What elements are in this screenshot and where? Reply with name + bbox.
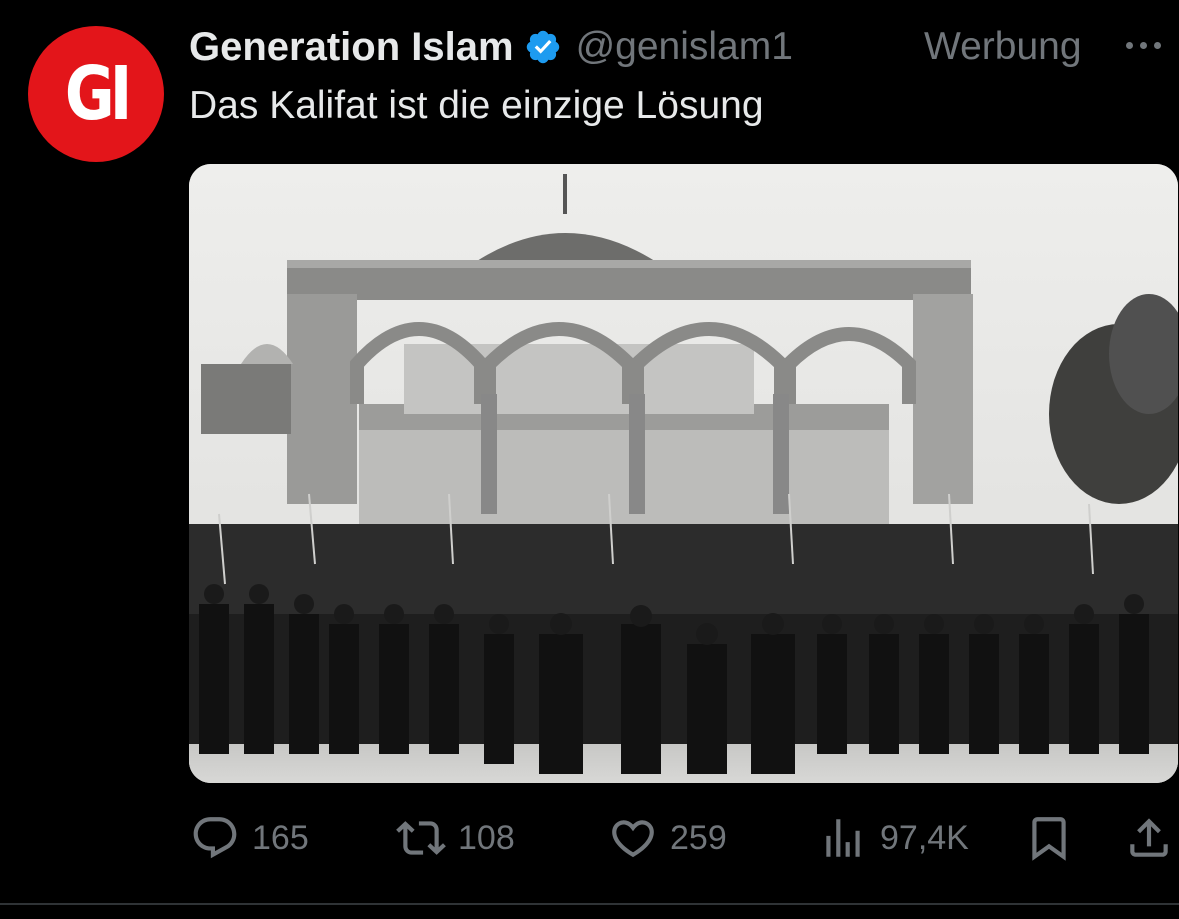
- like-count: 259: [670, 818, 727, 857]
- like-button[interactable]: 259: [608, 810, 727, 866]
- views-button[interactable]: 97,4K: [818, 810, 969, 866]
- reply-count: 165: [252, 818, 309, 857]
- avatar[interactable]: GI: [28, 26, 164, 162]
- retweet-icon: [396, 821, 446, 855]
- views-count: 97,4K: [880, 818, 969, 857]
- retweet-count: 108: [458, 818, 515, 857]
- divider: [0, 903, 1179, 905]
- share-upload-icon: [1130, 818, 1168, 857]
- tweet-header: Generation Islam @genislam1: [189, 22, 793, 72]
- avatar-text: GI: [64, 51, 132, 137]
- retweet-button[interactable]: 108: [396, 810, 515, 866]
- author-name[interactable]: Generation Islam: [189, 25, 514, 70]
- tweet-actions: 165 108 259 97,4K: [0, 810, 1179, 866]
- tweet-photo[interactable]: [189, 164, 1178, 783]
- verified-badge-icon: [526, 30, 559, 64]
- more-options-icon[interactable]: [1126, 42, 1161, 49]
- share-button[interactable]: [1124, 810, 1179, 866]
- reply-icon: [193, 817, 237, 859]
- reply-button[interactable]: 165: [190, 810, 309, 866]
- author-handle[interactable]: @genislam1: [576, 25, 793, 69]
- bookmark-button[interactable]: [1024, 810, 1086, 866]
- tweet-text: Das Kalifat ist die einzige Lösung: [189, 84, 764, 127]
- views-bar-chart-icon: [826, 819, 860, 857]
- heart-icon: [612, 820, 654, 858]
- bookmark-icon: [1032, 817, 1066, 861]
- ad-label: Werbung: [924, 25, 1082, 68]
